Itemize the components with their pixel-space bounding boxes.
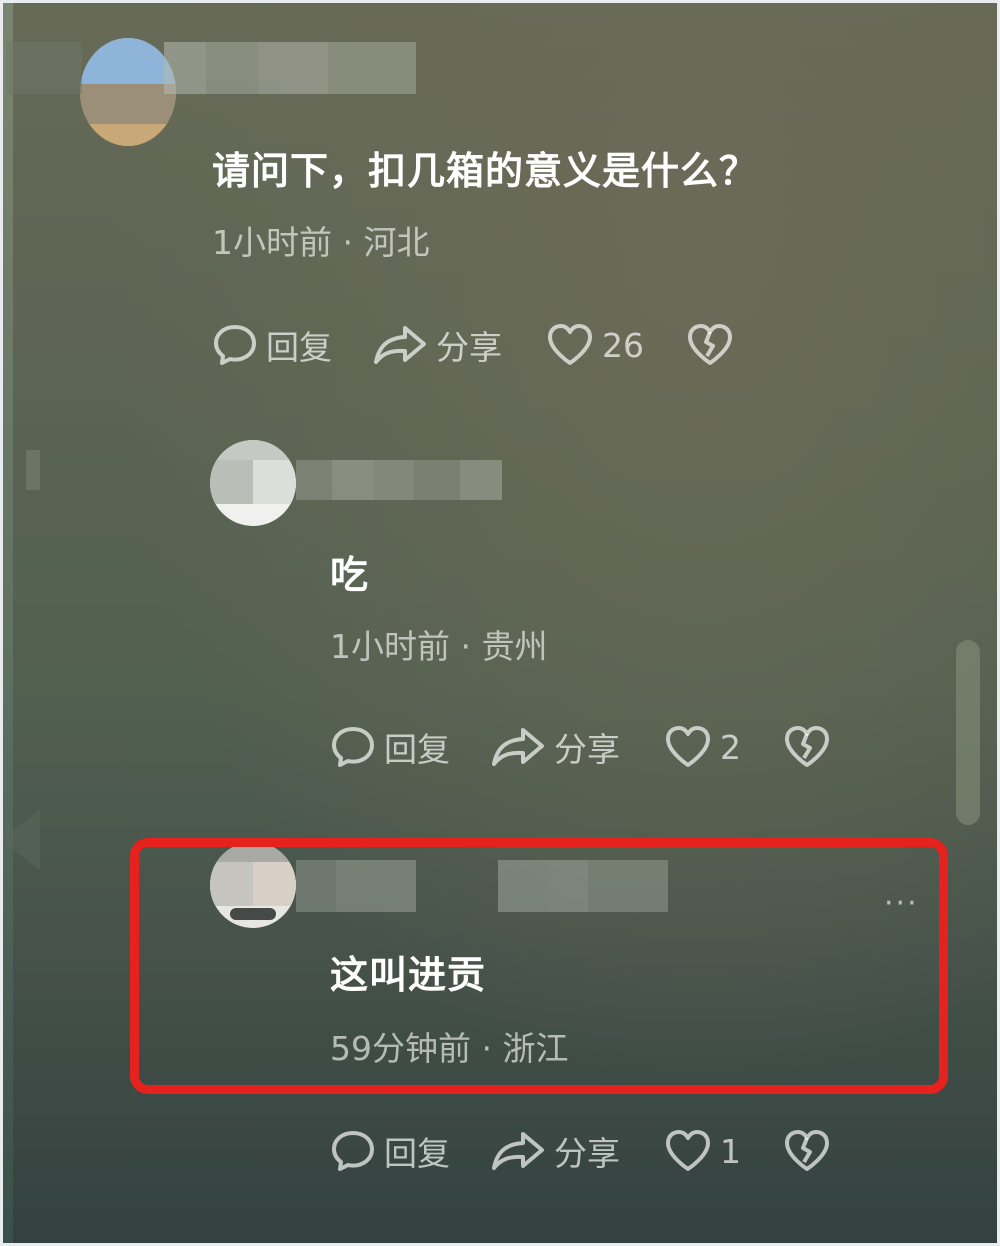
dislike-button[interactable] — [783, 1129, 831, 1173]
comment-icon — [330, 724, 376, 770]
like-count: 26 — [602, 325, 644, 365]
left-edge-mark — [26, 450, 40, 490]
heart-icon — [546, 323, 594, 367]
like-count: 2 — [720, 727, 741, 767]
scrollbar[interactable] — [956, 640, 980, 825]
reply-label: 回复 — [384, 730, 450, 769]
like-button[interactable]: 2 — [664, 725, 741, 769]
comment-icon — [212, 322, 258, 368]
comment-text: 请问下，扣几箱的意义是什么？ — [212, 149, 759, 193]
reply-button[interactable]: 回复 — [212, 321, 332, 369]
broken-heart-icon — [686, 323, 734, 367]
reply-button[interactable]: 回复 — [330, 1127, 450, 1175]
comment-actions: 回复 分享 26 — [212, 320, 734, 370]
dislike-button[interactable] — [783, 725, 831, 769]
share-icon — [490, 1128, 546, 1174]
like-button[interactable]: 26 — [546, 323, 644, 367]
comment-actions: 回复 分享 2 — [330, 722, 831, 772]
like-count: 1 — [720, 1131, 741, 1171]
comment-text: 吃 — [330, 553, 370, 597]
share-button[interactable]: 分享 — [490, 1127, 620, 1175]
share-label: 分享 — [554, 1134, 620, 1173]
username-blurred[interactable] — [6, 42, 416, 94]
broken-heart-icon — [783, 725, 831, 769]
share-button[interactable]: 分享 — [490, 723, 620, 771]
left-edge-strip — [3, 0, 13, 1246]
heart-icon — [664, 725, 712, 769]
dislike-button[interactable] — [686, 323, 734, 367]
highlight-box — [130, 838, 948, 1094]
avatar[interactable] — [210, 440, 296, 526]
share-label: 分享 — [436, 328, 502, 367]
username-blurred[interactable] — [296, 460, 502, 500]
reply-label: 回复 — [266, 328, 332, 367]
reply-button[interactable]: 回复 — [330, 723, 450, 771]
comment-meta: 1小时前 · 河北 — [212, 223, 430, 262]
comment-icon — [330, 1128, 376, 1174]
comment-meta: 1小时前 · 贵州 — [330, 627, 548, 666]
reply-label: 回复 — [384, 1134, 450, 1173]
like-button[interactable]: 1 — [664, 1129, 741, 1173]
share-icon — [372, 322, 428, 368]
heart-icon — [664, 1129, 712, 1173]
share-icon — [490, 724, 546, 770]
broken-heart-icon — [783, 1129, 831, 1173]
comment-actions: 回复 分享 1 — [330, 1126, 831, 1176]
share-label: 分享 — [554, 730, 620, 769]
share-button[interactable]: 分享 — [372, 321, 502, 369]
